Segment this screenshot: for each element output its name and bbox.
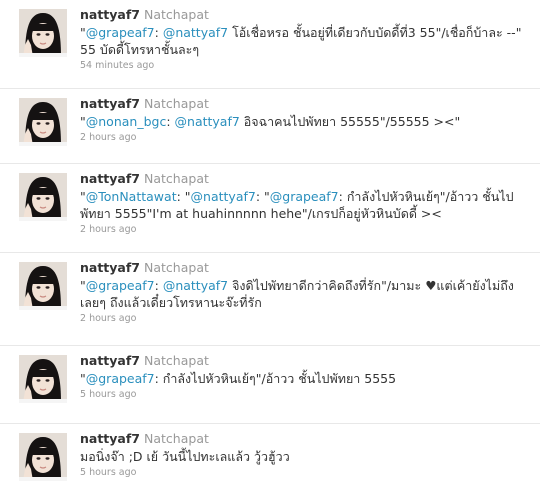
tweet-content: nattyaf7 Natchapat "@grapeaf7: @nattyaf7 …: [80, 7, 532, 73]
timestamp-link[interactable]: 2 hours ago: [80, 223, 532, 237]
avatar[interactable]: [19, 355, 67, 403]
mention-link[interactable]: @TonNattawat: [86, 189, 177, 204]
tweet-content: nattyaf7 Natchapat มอนิ่งจ๊า ;D เย้ วันนี…: [80, 431, 532, 480]
mention-link[interactable]: @grapeaf7: [270, 189, 339, 204]
tweet-content: nattyaf7 Natchapat "@nonan_bgc: @nattyaf7…: [80, 96, 532, 145]
screen-name[interactable]: nattyaf7: [80, 7, 140, 22]
tweet-text: "@grapeaf7: @nattyaf7 โอ้เชื่อหรอ ชั้นอย…: [80, 24, 532, 58]
mention-link[interactable]: @nattyaf7: [163, 278, 228, 293]
tweet-text: "@TonNattawat: "@nattyaf7: "@grapeaf7: ก…: [80, 188, 532, 222]
full-name: Natchapat: [144, 353, 209, 368]
timestamp-link[interactable]: 54 minutes ago: [80, 59, 532, 73]
tweet-text-segment: : ": [176, 189, 191, 204]
avatar[interactable]: [19, 433, 67, 481]
mention-link[interactable]: @grapeaf7: [86, 25, 155, 40]
mention-link[interactable]: @grapeaf7: [86, 278, 155, 293]
screen-name[interactable]: nattyaf7: [80, 96, 140, 111]
full-name: Natchapat: [144, 96, 209, 111]
tweet-timeline: nattyaf7 Natchapat "@grapeaf7: @nattyaf7 …: [0, 0, 540, 496]
avatar-portrait-image: [19, 262, 67, 310]
timestamp-link[interactable]: 5 hours ago: [80, 388, 532, 402]
avatar-portrait-image: [19, 173, 67, 221]
full-name: Natchapat: [144, 431, 209, 446]
tweet-content: nattyaf7 Natchapat "@grapeaf7: กำลังไปหัว…: [80, 353, 532, 402]
mention-link[interactable]: @grapeaf7: [86, 371, 155, 386]
tweet-content: nattyaf7 Natchapat "@TonNattawat: "@natty…: [80, 171, 532, 237]
tweet-text-segment: :: [154, 25, 163, 40]
full-name: Natchapat: [144, 7, 209, 22]
tweet-item: nattyaf7 Natchapat "@TonNattawat: "@natty…: [0, 164, 540, 253]
tweet-text-segment: : กำลังไปหัวหินเย้ๆ"/อ้าวว ชั้นไปพัทยา 5…: [154, 371, 397, 386]
mention-link[interactable]: @nattyaf7: [175, 114, 240, 129]
mention-link[interactable]: @nonan_bgc: [86, 114, 167, 129]
timestamp-link[interactable]: 2 hours ago: [80, 131, 532, 145]
screen-name[interactable]: nattyaf7: [80, 431, 140, 446]
avatar-portrait-image: [19, 9, 67, 57]
timestamp-link[interactable]: 2 hours ago: [80, 312, 532, 326]
tweet-text-segment: :: [166, 114, 175, 129]
tweet-item: nattyaf7 Natchapat "@nonan_bgc: @nattyaf7…: [0, 89, 540, 164]
avatar-portrait-image: [19, 433, 67, 481]
full-name: Natchapat: [144, 260, 209, 275]
avatar[interactable]: [19, 262, 67, 310]
mention-link[interactable]: @nattyaf7: [163, 25, 228, 40]
tweet-item: nattyaf7 Natchapat "@grapeaf7: กำลังไปหัว…: [0, 346, 540, 424]
avatar[interactable]: [19, 9, 67, 57]
screen-name[interactable]: nattyaf7: [80, 260, 140, 275]
tweet-text-segment: อิจฉาคนไปพัทยา 55555"/55555 ><": [239, 114, 461, 129]
tweet-text: "@nonan_bgc: @nattyaf7 อิจฉาคนไปพัทยา 55…: [80, 113, 532, 130]
tweet-text-segment: : ": [255, 189, 270, 204]
tweet-text: มอนิ่งจ๊า ;D เย้ วันนี้ไปทะเลแล้ว วู้วฮู…: [80, 448, 532, 465]
tweet-content: nattyaf7 Natchapat "@grapeaf7: @nattyaf7 …: [80, 260, 532, 326]
avatar[interactable]: [19, 173, 67, 221]
mention-link[interactable]: @nattyaf7: [191, 189, 256, 204]
tweet-text-segment: มอนิ่งจ๊า ;D เย้ วันนี้ไปทะเลแล้ว วู้วฮู…: [80, 449, 290, 464]
screen-name[interactable]: nattyaf7: [80, 171, 140, 186]
timestamp-link[interactable]: 5 hours ago: [80, 466, 532, 480]
tweet-text: "@grapeaf7: กำลังไปหัวหินเย้ๆ"/อ้าวว ชั้…: [80, 370, 532, 387]
avatar-portrait-image: [19, 355, 67, 403]
tweet-item: nattyaf7 Natchapat "@grapeaf7: @nattyaf7 …: [0, 253, 540, 346]
tweet-item: nattyaf7 Natchapat มอนิ่งจ๊า ;D เย้ วันนี…: [0, 424, 540, 496]
screen-name[interactable]: nattyaf7: [80, 353, 140, 368]
tweet-item: nattyaf7 Natchapat "@grapeaf7: @nattyaf7 …: [0, 0, 540, 89]
full-name: Natchapat: [144, 171, 209, 186]
tweet-text: "@grapeaf7: @nattyaf7 จิงดิไปพัทยาดีกว่า…: [80, 277, 532, 311]
avatar[interactable]: [19, 98, 67, 146]
avatar-portrait-image: [19, 98, 67, 146]
tweet-text-segment: :: [154, 278, 163, 293]
